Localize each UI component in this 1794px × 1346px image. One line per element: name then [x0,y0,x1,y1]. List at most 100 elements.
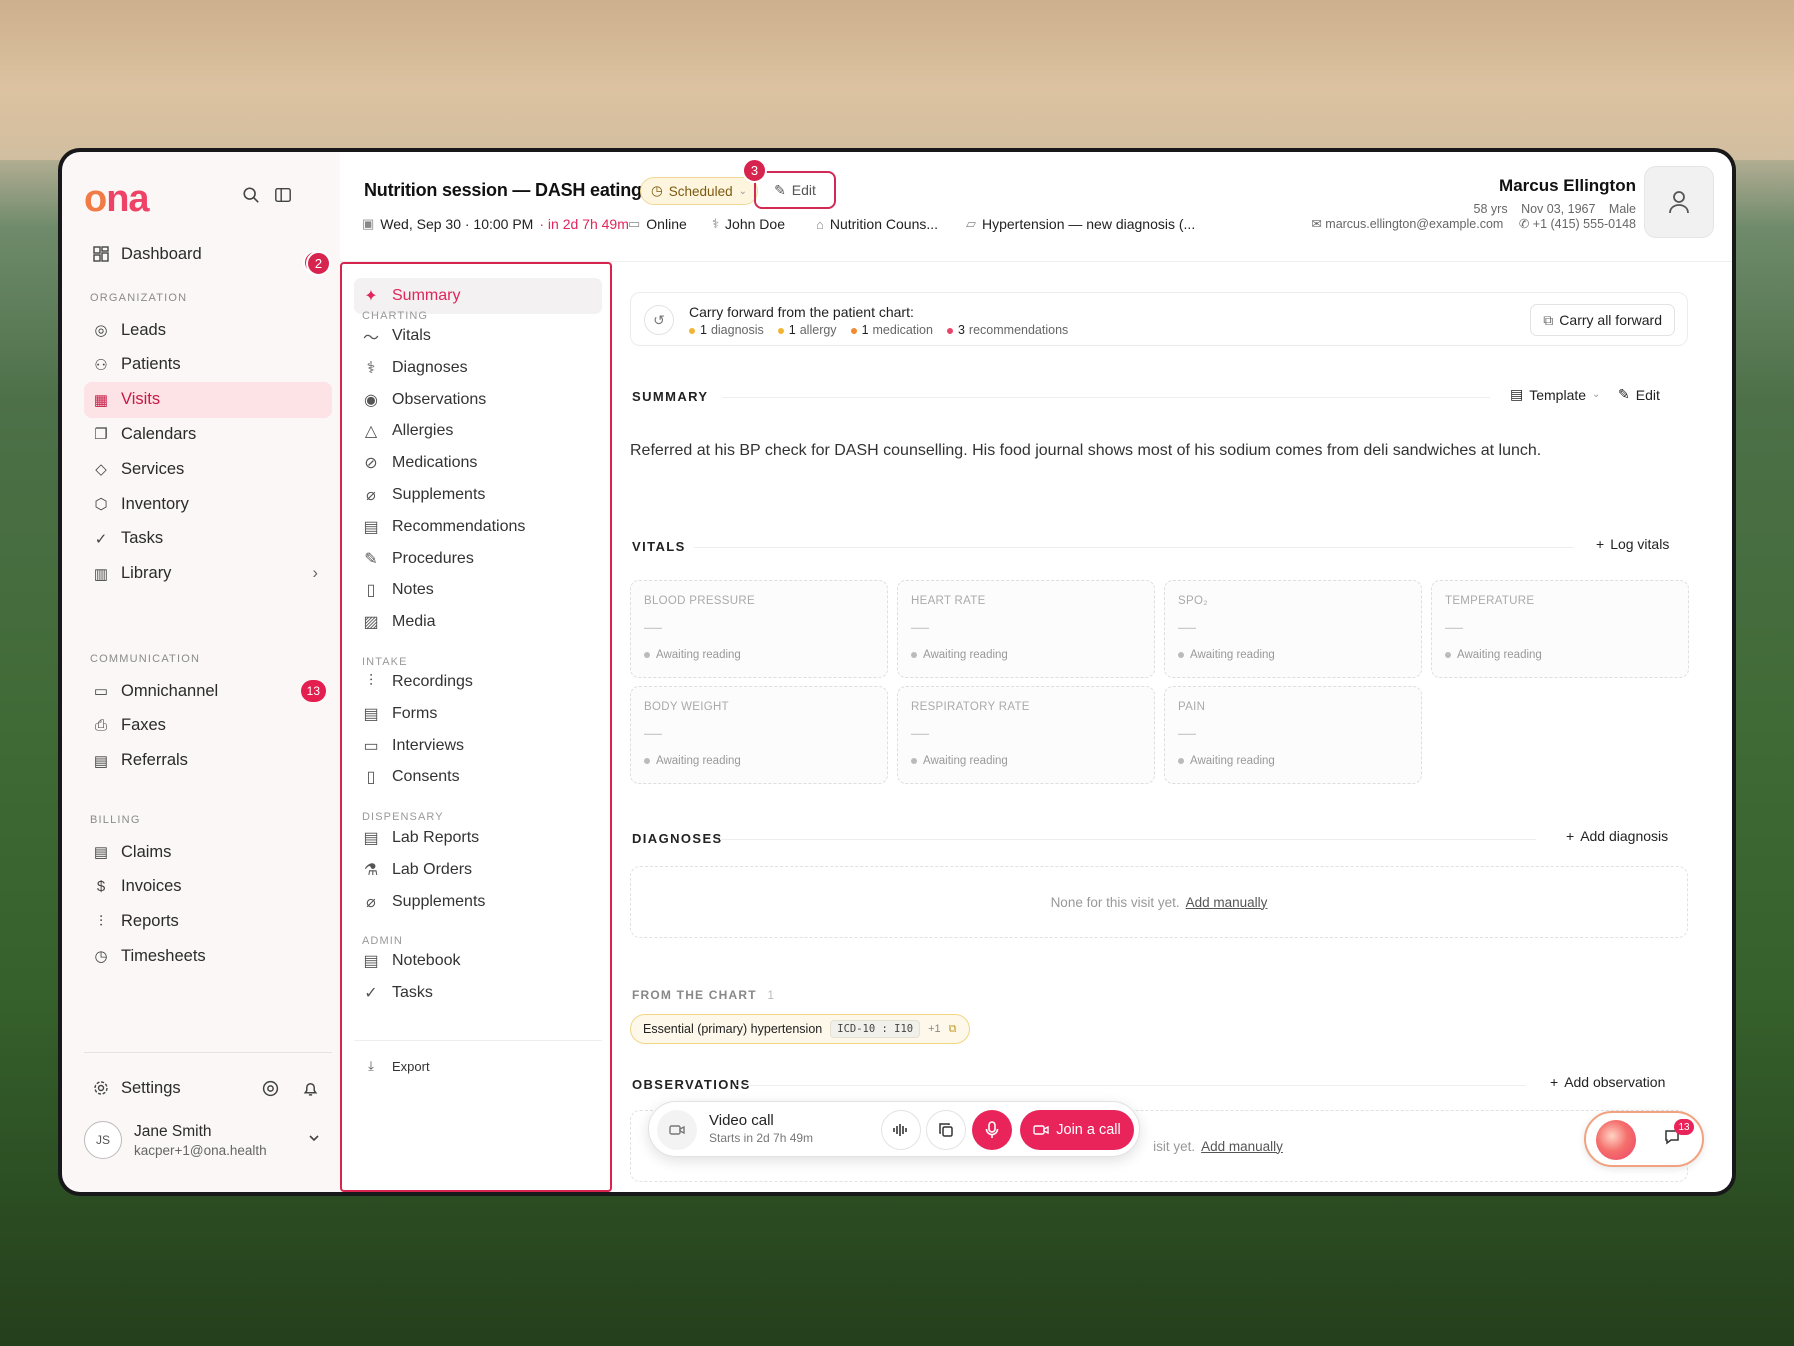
patient-dob: Nov 03, 1967 [1521,202,1596,216]
midnav-item-observations[interactable]: ◉ Observations [354,382,602,418]
audio-wave-button[interactable] [881,1110,921,1150]
vital-card[interactable]: HEART RATE — Awaiting reading [897,580,1155,678]
midnav-item-interviews[interactable]: ▭ Interviews [354,728,602,764]
patient-phone[interactable]: +1 (415) 555-0148 [1533,217,1636,231]
unread-badge: 13 [300,680,326,702]
midnav-item-consents[interactable]: ▯ Consents [354,759,602,795]
vital-label: HEART RATE [911,595,986,607]
sidebar-item-faxes[interactable]: ⎙ Faxes [84,708,332,744]
add-observation-button[interactable]: + Add observation [1550,1074,1665,1090]
sidebar-item-library[interactable]: ▥ Library › [84,556,332,592]
midnav-item-notes[interactable]: ▯ Notes [354,572,602,608]
add-diagnosis-button[interactable]: + Add diagnosis [1566,828,1668,844]
vital-card[interactable]: BODY WEIGHT — Awaiting reading [630,686,888,784]
sidebar-item-reports[interactable]: ⫶ Reports [84,904,332,940]
midnav-item-lab-reports[interactable]: ▤ Lab Reports [354,820,602,856]
patient-avatar[interactable] [1644,166,1714,238]
vital-card[interactable]: TEMPERATURE — Awaiting reading [1431,580,1689,678]
vital-card[interactable]: BLOOD PRESSURE — Awaiting reading [630,580,888,678]
visit-section-nav: ✦ Summary CHARTING 〜 Vitals ⚕ Diagnoses ◉ Obse… [340,262,612,1192]
sidebar-item-label: Timesheets [121,946,206,965]
invoice-icon: $ [96,878,106,896]
template-dropdown[interactable]: ▤ Template ⌄ [1510,386,1600,403]
patient-email[interactable]: marcus.ellington@example.com [1325,217,1503,231]
sidebar-item-claims[interactable]: ▤ Claims [84,834,332,870]
visit-service[interactable]: ⌂ Nutrition Couns... [816,216,938,232]
midnav-item-vitals[interactable]: 〜 Vitals [354,318,602,354]
vital-label: TEMPERATURE [1445,595,1535,607]
join-call-button[interactable]: Join a call [1020,1110,1134,1150]
midnav-label: Medications [392,454,478,472]
sidebar-item-calendars[interactable]: ❐ Calendars [84,416,332,452]
ona-logo[interactable]: ona [84,178,150,221]
settings-button[interactable]: Settings [84,1070,234,1106]
sidebar-item-tasks[interactable]: ✓ Tasks [84,521,332,557]
midnav-item-lab-orders[interactable]: ⚗ Lab Orders [354,852,602,888]
sidebar-item-referrals[interactable]: ▤ Referrals [84,743,332,779]
midnav-item-allergies[interactable]: △ Allergies [354,413,602,449]
midnav-item-notebook[interactable]: ▤ Notebook [354,943,602,979]
midnav-item-media[interactable]: ▨ Media [354,604,602,640]
assistant-orb-icon[interactable] [1596,1120,1636,1160]
midnav-item-recommendations[interactable]: ▤ Recommendations [354,509,602,545]
midnav-item-tasks[interactable]: ✓ Tasks [354,975,602,1011]
add-manually-link[interactable]: Add manually [1186,895,1268,910]
status-dot [689,327,695,334]
vital-card[interactable]: PAIN — Awaiting reading [1164,686,1422,784]
midnav-item-procedures[interactable]: ✎ Procedures [354,541,602,577]
chart-diagnosis-chip[interactable]: Essential (primary) hypertension ICD-10 … [630,1014,970,1044]
midnav-item-medications[interactable]: ⊘ Medications [354,445,602,481]
sidebar-item-visits[interactable]: ▦ Visits [84,381,332,418]
midnav-item-diagnoses[interactable]: ⚕ Diagnoses [354,350,602,386]
user-menu[interactable]: JS Jane Smith kacper+1@ona.health [84,1112,332,1168]
help-icon[interactable] [262,1080,279,1102]
sidebar-item-timesheets[interactable]: ◷ Timesheets [84,938,332,974]
vital-status: Awaiting reading [1445,649,1542,661]
visit-mode: ▭ Online [628,216,687,232]
summary-edit-button[interactable]: ✎ Edit [1618,386,1660,403]
log-vitals-button[interactable]: + Log vitals [1596,536,1669,552]
visit-provider[interactable]: ⚕ John Doe [712,216,785,232]
chevron-down-icon [308,1131,320,1149]
midnav-item-recordings[interactable]: ⫶ Recordings [354,664,602,700]
visit-folder[interactable]: ▱ Hypertension — new diagnosis (... [966,216,1195,232]
carry-all-forward-button[interactable]: ⧉ Carry all forward [1530,304,1675,336]
visit-content: ↺ Carry forward from the patient chart: … [612,262,1732,1192]
status-label: Scheduled [668,183,733,199]
vital-card[interactable]: SPO₂ — Awaiting reading [1164,580,1422,678]
media-icon: ▨ [363,614,379,632]
carry-all-label: Carry all forward [1559,312,1662,328]
midnav-item-forms[interactable]: ▤ Forms [354,696,602,732]
assistant-fab[interactable]: 13 [1584,1111,1704,1167]
bell-icon[interactable] [302,1080,319,1102]
midnav-item-summary[interactable]: ✦ Summary [354,278,602,314]
search-icon[interactable] [242,186,262,206]
template-label: Template [1529,386,1587,403]
copy-icon[interactable]: ⧉ [949,1023,957,1036]
carry-item: 1 diagnosis [689,323,764,337]
vital-label: PAIN [1178,701,1206,713]
tag-icon: ⌂ [816,216,824,232]
sidebar-item-label: Dashboard [121,244,202,263]
sidebar-item-services[interactable]: ◇ Services [84,451,332,487]
copy-link-button[interactable] [926,1110,966,1150]
vital-card[interactable]: RESPIRATORY RATE — Awaiting reading [897,686,1155,784]
midnav-item-supplements[interactable]: ⌀ Supplements [354,884,602,920]
lab-orders-icon: ⚗ [363,861,379,879]
sidebar-item-invoices[interactable]: $ Invoices [84,869,332,905]
export-button[interactable]: ⤓ Export [354,1048,602,1084]
add-manually-link[interactable]: Add manually [1201,1139,1283,1154]
sidebar-item-patients[interactable]: ⚇ Patients [84,347,332,383]
sidebar-toggle-icon[interactable] [274,186,294,206]
chart-icon: ⫶ [99,913,103,931]
sidebar-item-omnichannel[interactable]: ▭ Omnichannel 13 [84,673,332,709]
patient-sex: Male [1608,202,1636,216]
microphone-button[interactable] [972,1110,1012,1150]
sidebar-item-inventory[interactable]: ⬡ Inventory [84,486,332,522]
sidebar-item-leads[interactable]: ◎ Leads [84,312,332,348]
midnav-item-supplements[interactable]: ⌀ Supplements [354,477,602,513]
status-dropdown[interactable]: ◷ Scheduled ⌄ [640,177,758,205]
sidebar-item-dashboard[interactable]: Dashboard [84,236,332,272]
sidebar-item-label: Leads [121,320,166,339]
edit-visit-button[interactable]: ✎ Edit [754,171,836,209]
